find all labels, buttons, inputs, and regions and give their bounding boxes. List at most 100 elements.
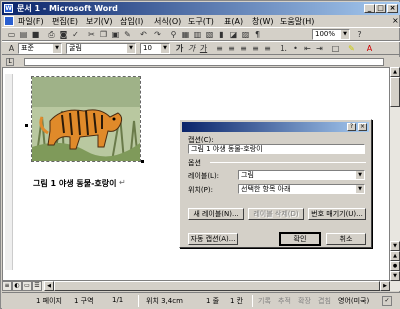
print-preview-icon[interactable]: ◙ xyxy=(58,29,69,40)
menu-table[interactable]: 표(A) xyxy=(224,16,243,27)
menu-help[interactable]: 도움말(H) xyxy=(280,16,314,27)
help-icon[interactable]: ? xyxy=(354,29,365,40)
style-value: 표준 xyxy=(21,44,34,52)
status-rec[interactable]: 기록 xyxy=(258,296,271,306)
scroll-thumb[interactable] xyxy=(390,77,400,107)
prev-page-icon[interactable]: ▲ xyxy=(390,251,400,261)
zoom-select[interactable]: 100% ▼ xyxy=(312,29,350,40)
title-bar: W 문서 1 - Microsoft Word _ □ × xyxy=(2,2,400,15)
undo-icon[interactable]: ↶ xyxy=(138,29,149,40)
italic-icon[interactable]: 가 xyxy=(186,43,197,54)
align-left-icon[interactable]: ≡ xyxy=(214,43,225,54)
print-layout-icon[interactable]: ▭ xyxy=(22,281,32,291)
horizontal-scrollbar[interactable]: ≡ ◐ ▭ ☰ ◀ ▶ xyxy=(2,281,400,291)
save-icon[interactable]: ■ xyxy=(30,29,41,40)
align-center-icon[interactable]: ≡ xyxy=(226,43,237,54)
close-doc-icon[interactable]: × xyxy=(392,16,399,25)
web-view-icon[interactable]: ◐ xyxy=(12,281,22,291)
insert-excel-icon[interactable]: ▧ xyxy=(204,29,215,40)
standard-toolbar: ▭ ▤ ■ ⎙ ◙ ✓ ✂ ❐ ▣ ✎ ↶ ↷ ⚲ ▦ ▥ ▧ ▮ ◪ ▨ ¶ … xyxy=(2,27,400,41)
font-select[interactable]: 굴림 ▼ xyxy=(66,43,136,54)
normal-view-icon[interactable]: ≡ xyxy=(2,281,12,291)
menu-edit[interactable]: 편집(E) xyxy=(52,16,78,27)
numbering-icon[interactable]: ⒈ xyxy=(278,43,289,54)
scroll-right-icon[interactable]: ▶ xyxy=(380,281,390,291)
menu-insert[interactable]: 삽입(I) xyxy=(120,16,143,27)
align-right-icon[interactable]: ≡ xyxy=(238,43,249,54)
decrease-indent-icon[interactable]: ⇤ xyxy=(302,43,313,54)
dialog-help-icon[interactable]: ? xyxy=(347,123,356,131)
font-size-select[interactable]: 10 ▼ xyxy=(140,43,170,54)
font-color-icon[interactable]: A xyxy=(364,43,375,54)
spelling-status-icon[interactable]: ✓ xyxy=(382,296,392,306)
status-page: 1 페이지 xyxy=(36,297,62,305)
menu-window[interactable]: 창(W) xyxy=(252,16,274,27)
document-map-icon[interactable]: ▨ xyxy=(240,29,251,40)
show-hide-icon[interactable]: ¶ xyxy=(252,29,263,40)
chevron-down-icon: ▼ xyxy=(341,30,349,39)
scroll-up-icon[interactable]: ▲ xyxy=(390,67,400,77)
ok-button[interactable]: 확인 xyxy=(279,232,321,246)
status-separator xyxy=(252,295,253,307)
justify-icon[interactable]: ≡ xyxy=(250,43,261,54)
tab-selector-icon[interactable]: L xyxy=(6,58,14,66)
close-icon[interactable]: × xyxy=(387,4,398,13)
tables-borders-icon[interactable]: ▦ xyxy=(180,29,191,40)
vertical-scrollbar[interactable]: ▲ ▼ ▲ ● ▼ xyxy=(390,67,400,281)
print-icon[interactable]: ⎙ xyxy=(46,29,57,40)
border-icon[interactable]: □ xyxy=(330,43,341,54)
bold-icon[interactable]: 가 xyxy=(174,43,185,54)
position-select[interactable]: 선택한 항목 아래 ▼ xyxy=(238,184,365,194)
menu-format[interactable]: 서식(O) xyxy=(154,16,181,27)
style-select[interactable]: 표준 ▼ xyxy=(18,43,62,54)
menu-file[interactable]: 파일(F) xyxy=(18,16,44,27)
maximize-icon[interactable]: □ xyxy=(375,4,386,13)
minimize-icon[interactable]: _ xyxy=(364,4,375,13)
highlight-icon[interactable]: ✎ xyxy=(346,43,357,54)
drawing-icon[interactable]: ◪ xyxy=(228,29,239,40)
window-title: 문서 1 - Microsoft Word xyxy=(17,4,118,13)
next-page-icon[interactable]: ▼ xyxy=(390,271,400,281)
delete-label-button[interactable]: 레이블 삭제(D) xyxy=(248,208,304,220)
autocaption-button[interactable]: 자동 캡션(A)... xyxy=(188,233,238,245)
status-ext[interactable]: 확장 xyxy=(298,296,311,306)
new-icon[interactable]: ▭ xyxy=(6,29,17,40)
anchor-marker xyxy=(25,124,28,127)
paste-icon[interactable]: ▣ xyxy=(110,29,121,40)
menu-tools[interactable]: 도구(T) xyxy=(188,16,214,27)
spelling-icon[interactable]: ✓ xyxy=(70,29,81,40)
new-label-button[interactable]: 새 레이블(N)... xyxy=(188,208,244,220)
style-pane-icon[interactable]: A xyxy=(6,43,17,54)
hyperlink-icon[interactable]: ⚲ xyxy=(168,29,179,40)
horizontal-ruler[interactable]: L xyxy=(2,57,400,67)
menu-view[interactable]: 보기(V) xyxy=(86,16,112,27)
tiger-picture[interactable] xyxy=(31,76,141,162)
scroll-left-icon[interactable]: ◀ xyxy=(44,281,54,291)
format-painter-icon[interactable]: ✎ xyxy=(122,29,133,40)
dialog-close-icon[interactable]: × xyxy=(358,123,367,131)
hscroll-thumb[interactable] xyxy=(54,281,380,291)
menu-bar: 파일(F) 편집(E) 보기(V) 삽입(I) 서식(O) 도구(T) 표(A)… xyxy=(2,15,400,27)
tiger-image xyxy=(32,77,140,162)
cancel-button[interactable]: 취소 xyxy=(326,233,366,245)
resize-handle[interactable] xyxy=(141,160,144,163)
scroll-down-icon[interactable]: ▼ xyxy=(390,241,400,251)
document-icon[interactable] xyxy=(4,16,14,26)
redo-icon[interactable]: ↷ xyxy=(152,29,163,40)
status-ovr[interactable]: 겹침 xyxy=(318,296,331,306)
columns-icon[interactable]: ▮ xyxy=(216,29,227,40)
numbering-button[interactable]: 번호 매기기(U)... xyxy=(308,208,366,220)
status-trk[interactable]: 추적 xyxy=(278,296,291,306)
bullets-icon[interactable]: • xyxy=(290,43,301,54)
outline-view-icon[interactable]: ☰ xyxy=(32,281,42,291)
cut-icon[interactable]: ✂ xyxy=(86,29,97,40)
increase-indent-icon[interactable]: ⇥ xyxy=(314,43,325,54)
copy-icon[interactable]: ❐ xyxy=(98,29,109,40)
distribute-icon[interactable]: ≡ xyxy=(262,43,273,54)
label-select[interactable]: 그림 ▼ xyxy=(238,170,365,180)
open-icon[interactable]: ▤ xyxy=(18,29,29,40)
insert-table-icon[interactable]: ▥ xyxy=(192,29,203,40)
browse-object-icon[interactable]: ● xyxy=(390,261,400,271)
underline-icon[interactable]: 가 xyxy=(198,43,209,54)
caption-input[interactable]: 그림 1 야생 동물-호랑이 xyxy=(188,144,365,154)
